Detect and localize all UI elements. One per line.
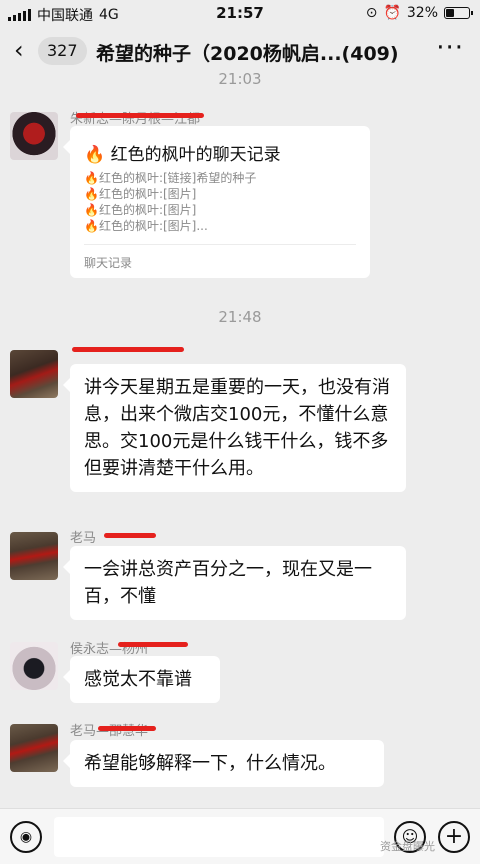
sender-name: 侯永志—杨州	[70, 642, 149, 657]
more-options-icon[interactable]: ···	[436, 35, 464, 61]
card-line: 红色的枫叶:[图片]...	[98, 219, 208, 233]
redaction-mark	[98, 726, 156, 731]
message-bubble[interactable]: 讲今天星期五是重要的一天，也没有消息，出来个微店交100元，不懂什么意思。交10…	[63, 364, 406, 492]
redaction-mark	[72, 347, 184, 352]
redaction-mark	[118, 642, 188, 647]
message-bubble[interactable]: 一会讲总资产百分之一，现在又是一百，不懂	[63, 546, 406, 620]
alarm-icon: ⏰	[383, 5, 401, 21]
chat-record-card[interactable]: 🔥 红色的枫叶的聊天记录 🔥红色的枫叶:[链接]希望的种子 🔥红色的枫叶:[图片…	[63, 126, 370, 278]
fire-icon: 🔥	[84, 145, 106, 165]
timestamp: 21:03	[218, 70, 262, 88]
avatar[interactable]	[10, 642, 58, 690]
card-line: 红色的枫叶:[图片]	[98, 203, 197, 217]
rotation-lock-icon: ⊙	[365, 5, 378, 21]
chat-title: 希望的种子（2020杨帆启...(409)	[96, 43, 399, 65]
input-bar: ◉ ☺ +	[0, 808, 480, 864]
avatar[interactable]	[10, 532, 58, 580]
avatar[interactable]	[10, 350, 58, 398]
avatar[interactable]	[10, 724, 58, 772]
card-preview-lines: 🔥红色的枫叶:[链接]希望的种子 🔥红色的枫叶:[图片] 🔥红色的枫叶:[图片]…	[84, 170, 256, 234]
timestamp: 21:48	[218, 308, 262, 326]
fire-icon: 🔥	[84, 219, 99, 233]
fire-icon: 🔥	[84, 187, 99, 201]
sender-name: 老马	[70, 531, 97, 546]
card-title: 红色的枫叶的聊天记录	[110, 145, 281, 165]
avatar[interactable]	[10, 112, 58, 160]
message-bubble[interactable]: 希望能够解释一下，什么情况。	[63, 740, 384, 787]
chat-header: ‹ 327 希望的种子（2020杨帆启...(409) ···	[0, 28, 480, 74]
message-bubble[interactable]: 感觉太不靠谱	[63, 656, 220, 703]
fire-icon: 🔥	[84, 171, 99, 185]
card-line: 红色的枫叶:[链接]希望的种子	[98, 171, 257, 185]
status-bar: 中国联通 4G 21:57 ⊙ ⏰ 32%	[0, 0, 480, 28]
card-footer: 聊天记录	[84, 256, 133, 270]
divider	[84, 244, 356, 245]
plus-icon[interactable]: +	[438, 821, 470, 853]
redaction-mark	[76, 113, 204, 118]
message-input[interactable]	[54, 817, 384, 857]
redaction-mark	[104, 533, 156, 538]
battery-icon	[444, 7, 473, 19]
voice-icon[interactable]: ◉	[10, 821, 42, 853]
battery-percent: 32%	[406, 5, 438, 21]
fire-icon: 🔥	[84, 203, 99, 217]
watermark: 资金盘曝光	[380, 840, 435, 853]
back-icon[interactable]: ‹	[14, 38, 24, 62]
unread-count-badge[interactable]: 327	[38, 37, 87, 65]
card-line: 红色的枫叶:[图片]	[98, 187, 197, 201]
